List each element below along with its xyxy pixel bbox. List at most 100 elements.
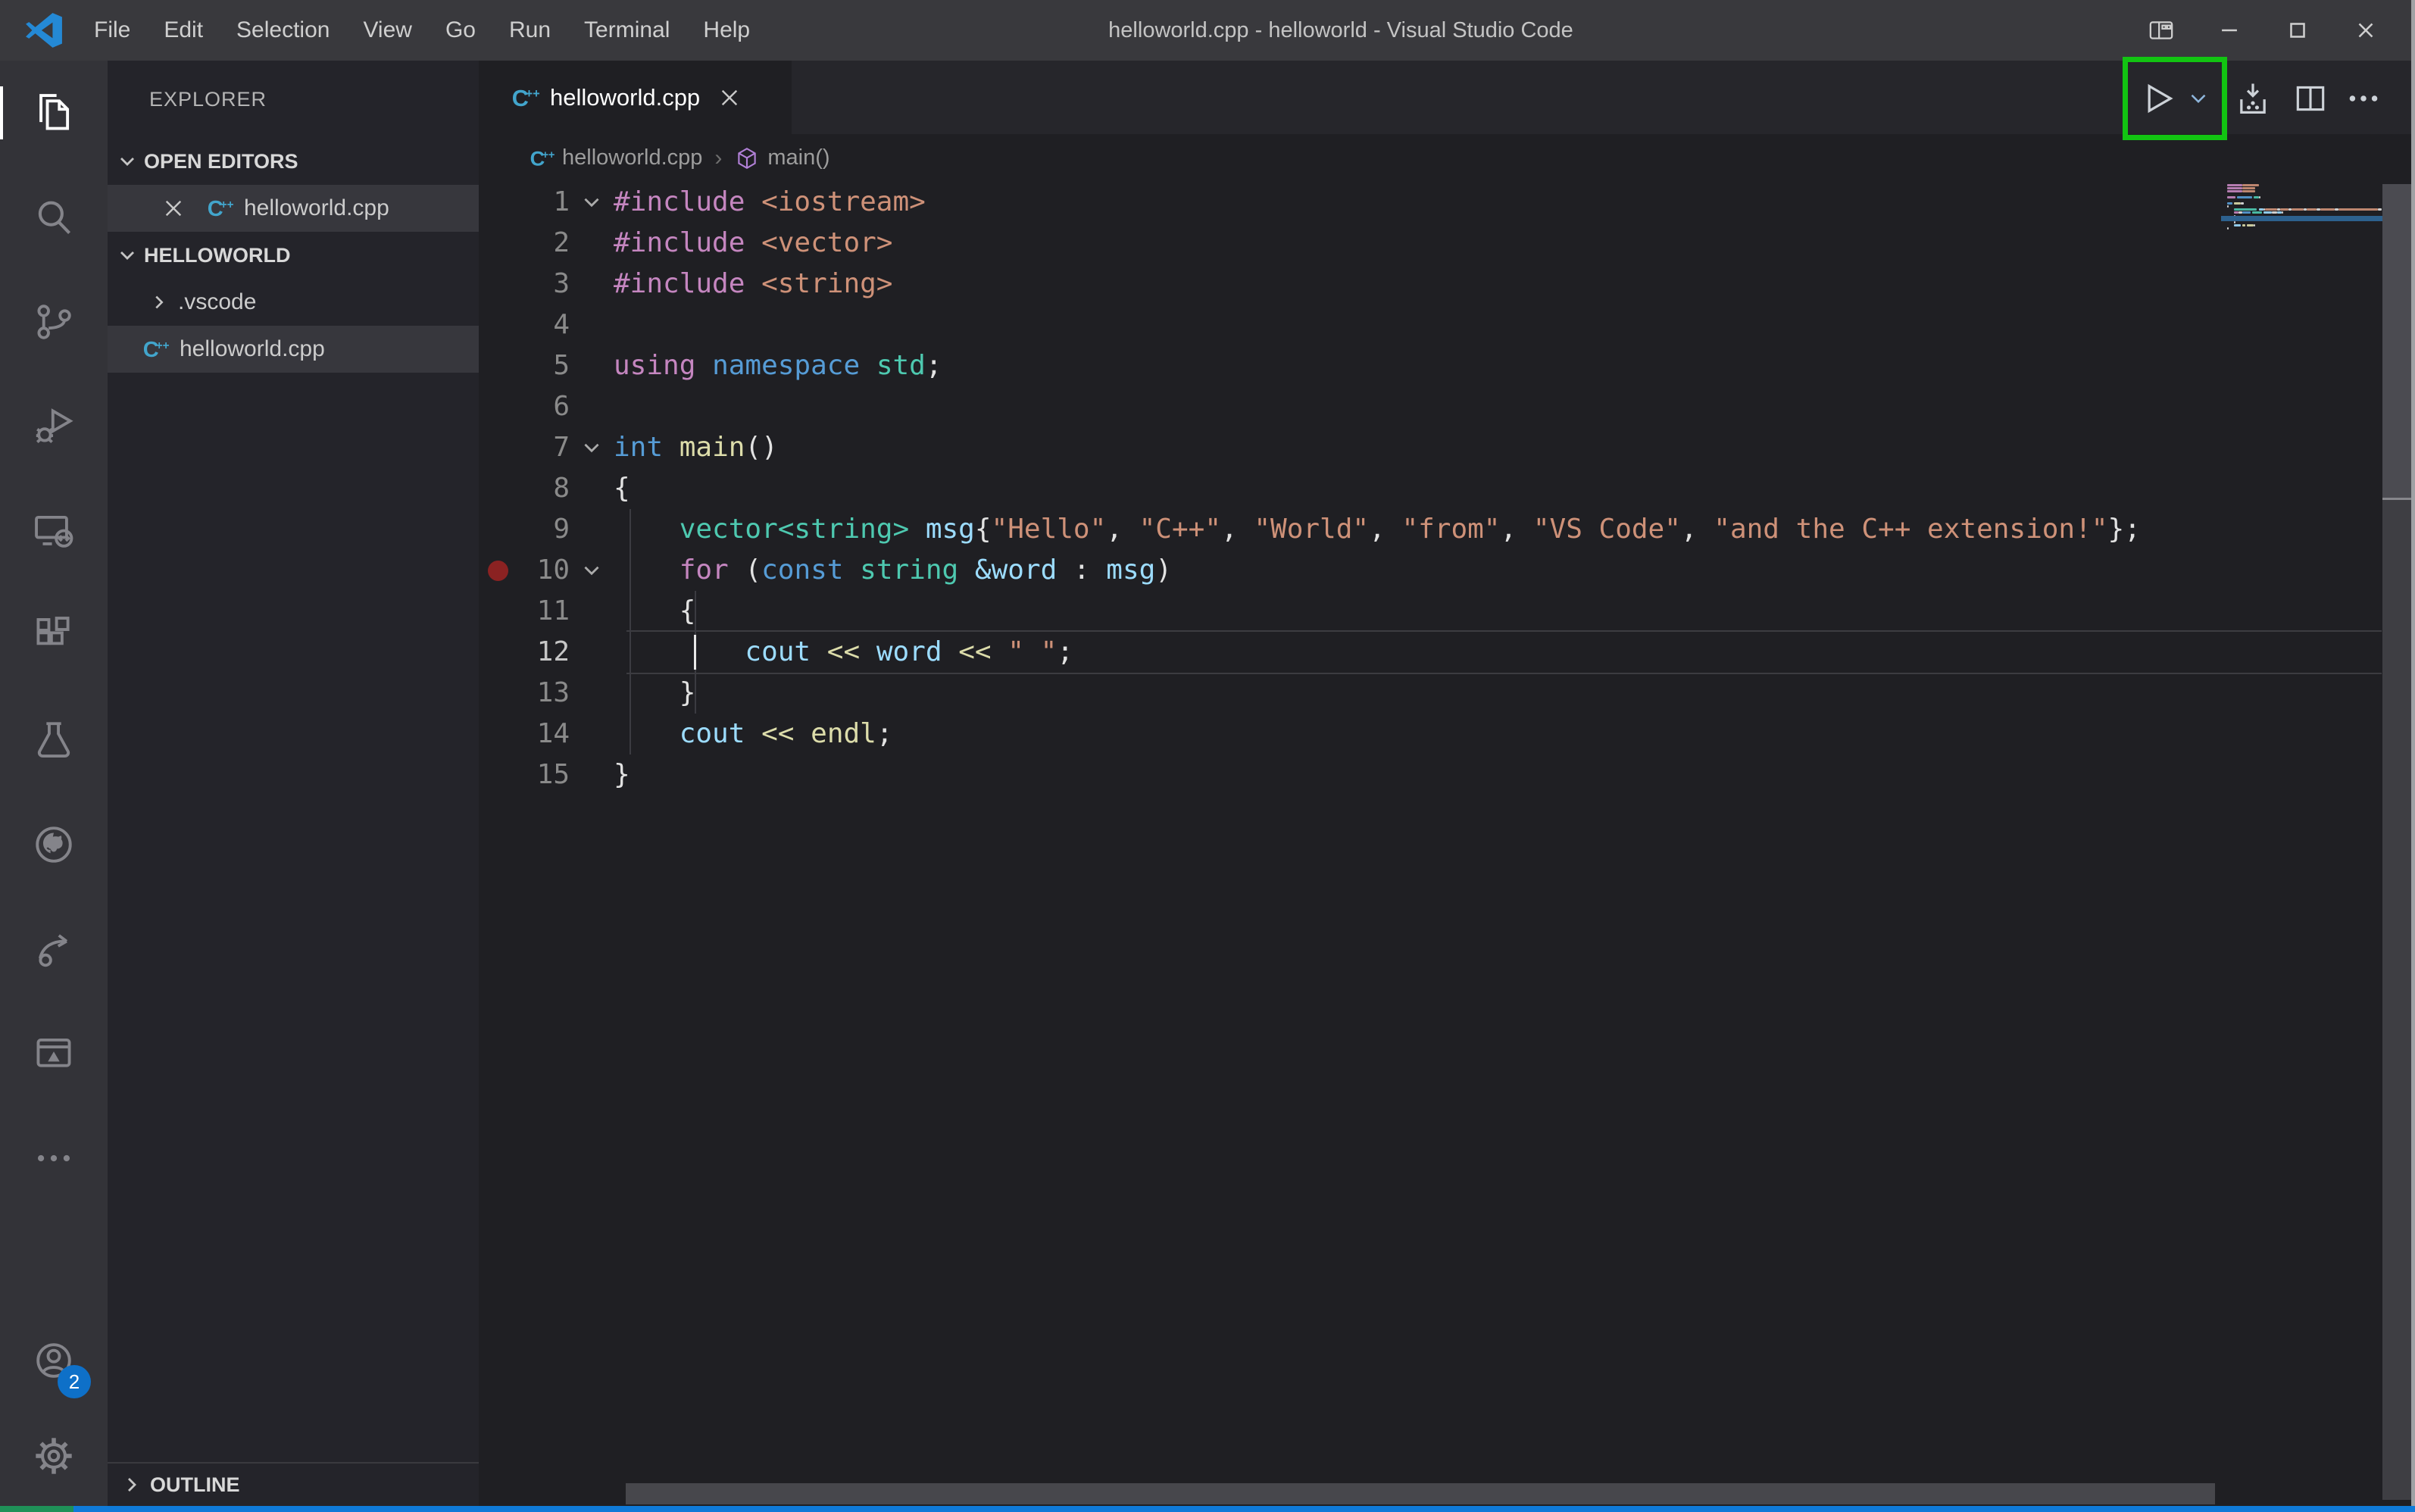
- breakpoint-dot[interactable]: [487, 560, 508, 581]
- breadcrumb[interactable]: C ++ helloworld.cpp › main(): [479, 134, 2415, 182]
- code-line-2[interactable]: 2 #include <vector>: [479, 223, 2415, 264]
- search-icon[interactable]: [0, 165, 108, 270]
- minimize-icon[interactable]: [2195, 0, 2263, 61]
- code-line-1[interactable]: 1 #include <iostream>: [479, 182, 2415, 223]
- source-control-icon[interactable]: [0, 270, 108, 374]
- menu-file[interactable]: File: [77, 0, 147, 61]
- live-share-icon[interactable]: [0, 897, 108, 1001]
- line-number[interactable]: 7: [517, 427, 570, 468]
- customize-layout-icon[interactable]: [2127, 0, 2195, 61]
- menu-terminal[interactable]: Terminal: [567, 0, 686, 61]
- cpp-file-icon: C ++: [206, 195, 234, 221]
- breadcrumb-symbol[interactable]: main(): [767, 145, 829, 170]
- github-icon[interactable]: [0, 792, 108, 897]
- annotation-highlight-box: [2123, 57, 2227, 140]
- vertical-scrollbar[interactable]: [2382, 184, 2413, 1500]
- breakpoint-gutter[interactable]: [479, 632, 517, 673]
- line-number[interactable]: 5: [517, 345, 570, 386]
- code-line-4[interactable]: 4: [479, 305, 2415, 345]
- editor-more-actions-icon[interactable]: [2341, 76, 2386, 121]
- explorer-title: EXPLORER: [149, 87, 267, 111]
- line-number[interactable]: 2: [517, 223, 570, 264]
- line-number[interactable]: 15: [517, 754, 570, 795]
- menu-view[interactable]: View: [346, 0, 428, 61]
- tab-helloworld-cpp[interactable]: C ++ helloworld.cpp: [479, 61, 792, 134]
- vertical-scrollbar-thumb[interactable]: [2382, 184, 2413, 500]
- tree-item-helloworld-cpp[interactable]: C ++ helloworld.cpp: [108, 326, 479, 373]
- menu-run[interactable]: Run: [492, 0, 567, 61]
- code-line-7[interactable]: 7 int main(): [479, 427, 2415, 468]
- line-number[interactable]: 4: [517, 305, 570, 345]
- code-line-9[interactable]: 9 vector<string> msg{"Hello", "C++", "Wo…: [479, 509, 2415, 550]
- fold-chevron-icon[interactable]: [570, 427, 614, 468]
- breakpoint-gutter[interactable]: [479, 427, 517, 468]
- line-number[interactable]: 11: [517, 591, 570, 632]
- breakpoint-gutter[interactable]: [479, 345, 517, 386]
- horizontal-scrollbar-thumb[interactable]: [626, 1483, 2215, 1504]
- menu-edit[interactable]: Edit: [147, 0, 220, 61]
- breakpoint-gutter[interactable]: [479, 223, 517, 264]
- code-line-15[interactable]: 15}: [479, 754, 2415, 795]
- tree-item-vscode-folder[interactable]: .vscode: [108, 279, 479, 326]
- code-area[interactable]: 1 #include <iostream> 2 #include <vector> 3 #…: [479, 182, 2415, 1506]
- outline-section[interactable]: OUTLINE: [108, 1462, 479, 1506]
- folder-section[interactable]: HELLOWORLD: [108, 232, 479, 279]
- line-number[interactable]: 9: [517, 509, 570, 550]
- fold-chevron-icon[interactable]: [570, 182, 614, 223]
- code-line-12[interactable]: 12 cout << word << " ";: [479, 632, 2415, 673]
- breakpoint-gutter[interactable]: [479, 386, 517, 427]
- line-number[interactable]: 6: [517, 386, 570, 427]
- code-line-5[interactable]: 5 using namespace std;: [479, 345, 2415, 386]
- install-icon[interactable]: [2230, 76, 2276, 121]
- code-line-3[interactable]: 3 #include <string>: [479, 264, 2415, 305]
- remote-indicator[interactable]: [0, 1506, 73, 1512]
- breadcrumb-file[interactable]: helloworld.cpp: [562, 145, 702, 170]
- line-number[interactable]: 3: [517, 264, 570, 305]
- accounts-icon[interactable]: 2: [0, 1311, 108, 1410]
- page-scrollbar[interactable]: [2411, 0, 2415, 1506]
- testing-icon[interactable]: [0, 688, 108, 792]
- line-number[interactable]: 12: [517, 632, 570, 673]
- breakpoint-gutter[interactable]: [479, 509, 517, 550]
- code-line-10[interactable]: 10 for (const string &word : msg): [479, 550, 2415, 591]
- open-editors-section[interactable]: OPEN EDITORS: [108, 138, 479, 185]
- breakpoint-gutter[interactable]: [479, 714, 517, 754]
- breakpoint-gutter[interactable]: [479, 754, 517, 795]
- fold-gutter: [570, 632, 614, 673]
- breakpoint-gutter[interactable]: [479, 305, 517, 345]
- breakpoint-gutter[interactable]: [479, 673, 517, 714]
- extensions-icon[interactable]: [0, 583, 108, 688]
- line-number[interactable]: 14: [517, 714, 570, 754]
- line-number[interactable]: 1: [517, 182, 570, 223]
- remote-explorer-icon[interactable]: [0, 479, 108, 583]
- live-preview-icon[interactable]: [0, 1001, 108, 1106]
- code-line-6[interactable]: 6: [479, 386, 2415, 427]
- more-views-icon[interactable]: [0, 1106, 108, 1211]
- fold-chevron-icon[interactable]: [570, 550, 614, 591]
- breakpoint-gutter[interactable]: [479, 550, 517, 591]
- explorer-icon[interactable]: [0, 61, 108, 165]
- code-line-11[interactable]: 11 {: [479, 591, 2415, 632]
- settings-gear-icon[interactable]: [0, 1410, 108, 1501]
- line-number[interactable]: 8: [517, 468, 570, 509]
- close-tab-icon[interactable]: [720, 88, 739, 108]
- line-number[interactable]: 13: [517, 673, 570, 714]
- code-line-8[interactable]: 8{: [479, 468, 2415, 509]
- open-editor-item[interactable]: C ++ helloworld.cpp: [108, 185, 479, 232]
- run-and-debug-icon[interactable]: [0, 374, 108, 479]
- breakpoint-gutter[interactable]: [479, 591, 517, 632]
- maximize-icon[interactable]: [2263, 0, 2332, 61]
- line-number[interactable]: 10: [517, 550, 570, 591]
- menu-go[interactable]: Go: [429, 0, 492, 61]
- code-line-13[interactable]: 13 }: [479, 673, 2415, 714]
- close-window-icon[interactable]: [2332, 0, 2400, 61]
- menu-selection[interactable]: Selection: [220, 0, 346, 61]
- code-line-14[interactable]: 14 cout << endl;: [479, 714, 2415, 754]
- close-editor-icon[interactable]: [164, 198, 183, 218]
- split-editor-icon[interactable]: [2288, 76, 2333, 121]
- status-bar[interactable]: [73, 1506, 2415, 1512]
- breakpoint-gutter[interactable]: [479, 264, 517, 305]
- menu-help[interactable]: Help: [686, 0, 767, 61]
- breakpoint-gutter[interactable]: [479, 182, 517, 223]
- breakpoint-gutter[interactable]: [479, 468, 517, 509]
